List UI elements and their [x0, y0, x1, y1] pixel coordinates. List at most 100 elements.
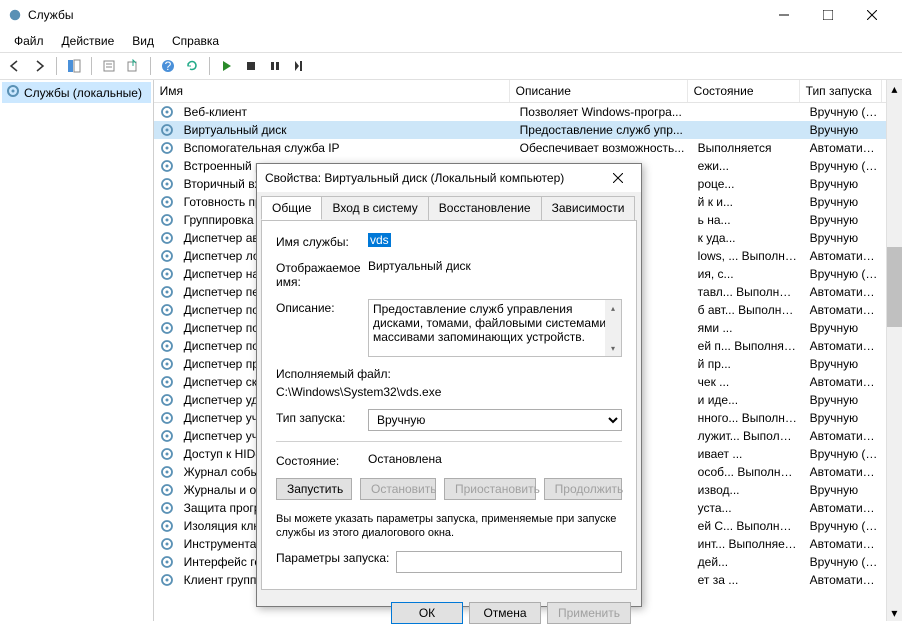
cell-start-type: Вручную: [804, 123, 886, 137]
label-service-name: Имя службы:: [276, 233, 368, 249]
restart-service-button[interactable]: [288, 55, 310, 77]
start-button[interactable]: Запустить: [276, 478, 352, 500]
cell-state: й к и...: [692, 195, 804, 209]
description-textbox[interactable]: Предоставление служб управления дисками,…: [368, 299, 622, 357]
stop-button: Остановить: [360, 478, 436, 500]
tree-root-item[interactable]: Службы (локальные): [2, 82, 151, 103]
gear-icon: [160, 177, 174, 191]
label-start-params: Параметры запуска:: [276, 551, 396, 565]
table-row[interactable]: Вспомогательная служба IPОбеспечивает во…: [154, 139, 886, 157]
help-text: Вы можете указать параметры запуска, при…: [276, 512, 622, 541]
cell-start-type: Вручную: [804, 357, 886, 371]
menu-file[interactable]: Файл: [6, 32, 52, 50]
scroll-thumb[interactable]: [887, 247, 902, 327]
gear-icon: [160, 411, 174, 425]
pause-service-button[interactable]: [264, 55, 286, 77]
show-hide-tree-button[interactable]: [63, 55, 85, 77]
gear-icon: [160, 429, 174, 443]
cell-state: нного... Выполняется: [692, 411, 804, 425]
menu-view[interactable]: Вид: [124, 32, 162, 50]
export-button[interactable]: [122, 55, 144, 77]
cell-start-type: Вручную: [804, 393, 886, 407]
column-start-type[interactable]: Тип запуска: [800, 80, 882, 102]
gear-icon: [160, 573, 174, 587]
value-description: Предоставление служб управления дисками,…: [373, 302, 616, 344]
startup-type-select[interactable]: Вручную: [368, 409, 622, 431]
dialog-titlebar: Свойства: Виртуальный диск (Локальный ко…: [257, 164, 641, 192]
cell-start-type: Вручную: [804, 231, 886, 245]
cell-start-type: Автоматиче...: [804, 501, 886, 515]
gear-icon: [160, 321, 174, 335]
gear-icon: [160, 519, 174, 533]
cell-start-type: Вручную: [804, 195, 886, 209]
close-button[interactable]: [850, 1, 894, 29]
cell-state: роце...: [692, 177, 804, 191]
column-description[interactable]: Описание: [510, 80, 688, 102]
cell-name: Вспомогательная служба IP: [178, 141, 514, 155]
gear-icon: [160, 555, 174, 569]
scroll-down-icon[interactable]: ▾: [887, 604, 902, 621]
gear-icon: [160, 213, 174, 227]
cell-start-type: Вручную (ак...: [804, 267, 886, 281]
cell-state: ивает ...: [692, 447, 804, 461]
gear-icon: [160, 159, 174, 173]
tab-general[interactable]: Общие: [261, 196, 322, 220]
cell-description: Обеспечивает возможность...: [514, 141, 692, 155]
cell-start-type: Автоматиче...: [804, 537, 886, 551]
properties-button[interactable]: [98, 55, 120, 77]
table-row[interactable]: Веб-клиентПозволяет Windows-програ...Вру…: [154, 103, 886, 121]
tree-pane[interactable]: Службы (локальные): [0, 80, 154, 621]
maximize-button[interactable]: [806, 1, 850, 29]
tree-root-label: Службы (локальные): [24, 86, 142, 100]
cell-state: чек ...: [692, 375, 804, 389]
cell-state: дей...: [692, 555, 804, 569]
gear-icon: [160, 357, 174, 371]
table-row[interactable]: Виртуальный дискПредоставление служб упр…: [154, 121, 886, 139]
cell-state: ей С... Выполняется: [692, 519, 804, 533]
toolbar: ?: [0, 52, 902, 80]
cell-name: Виртуальный диск: [178, 123, 514, 137]
cell-state: тавл... Выполняется: [692, 285, 804, 299]
cell-start-type: Вручную: [804, 321, 886, 335]
column-state[interactable]: Состояние: [688, 80, 800, 102]
dialog-close-button[interactable]: [603, 165, 633, 191]
stop-service-button[interactable]: [240, 55, 262, 77]
cell-state: лужит... Выполняется: [692, 429, 804, 443]
back-button[interactable]: [4, 55, 26, 77]
label-exe-path: Исполняемый файл:: [276, 367, 391, 381]
cell-start-type: Автоматиче...: [804, 573, 886, 587]
refresh-button[interactable]: [181, 55, 203, 77]
gear-icon: [160, 393, 174, 407]
label-display-name: Отображаемое имя:: [276, 259, 368, 289]
column-name[interactable]: Имя: [154, 80, 510, 102]
gear-icon: [6, 84, 20, 101]
dialog-button-row: ОК Отмена Применить: [257, 594, 641, 634]
menu-action[interactable]: Действие: [54, 32, 123, 50]
tab-recovery[interactable]: Восстановление: [428, 196, 542, 220]
forward-button[interactable]: [28, 55, 50, 77]
tab-dependencies[interactable]: Зависимости: [541, 196, 636, 220]
value-service-name[interactable]: vds: [368, 233, 391, 247]
cell-description: Предоставление служб упр...: [514, 123, 692, 137]
dialog-title: Свойства: Виртуальный диск (Локальный ко…: [265, 171, 603, 185]
start-params-input[interactable]: [396, 551, 622, 573]
vertical-scrollbar[interactable]: ▴ ▾: [886, 80, 902, 621]
scroll-track[interactable]: [887, 97, 902, 604]
minimize-button[interactable]: [762, 1, 806, 29]
window-titlebar: Службы: [0, 0, 902, 30]
label-status: Состояние:: [276, 452, 368, 468]
gear-icon: [160, 249, 174, 263]
cell-start-type: Вручную: [804, 213, 886, 227]
window-title: Службы: [28, 8, 762, 22]
help-button[interactable]: ?: [157, 55, 179, 77]
gear-icon: [160, 339, 174, 353]
gear-icon: [160, 537, 174, 551]
start-service-button[interactable]: [216, 55, 238, 77]
cell-state: ь на...: [692, 213, 804, 227]
cell-start-type: Вручную (ак...: [804, 159, 886, 173]
tab-logon[interactable]: Вход в систему: [321, 196, 428, 220]
menu-help[interactable]: Справка: [164, 32, 227, 50]
gear-icon: [160, 105, 174, 119]
scroll-up-icon[interactable]: ▴: [887, 80, 902, 97]
description-scrollbar[interactable]: ▴▾: [605, 300, 621, 356]
